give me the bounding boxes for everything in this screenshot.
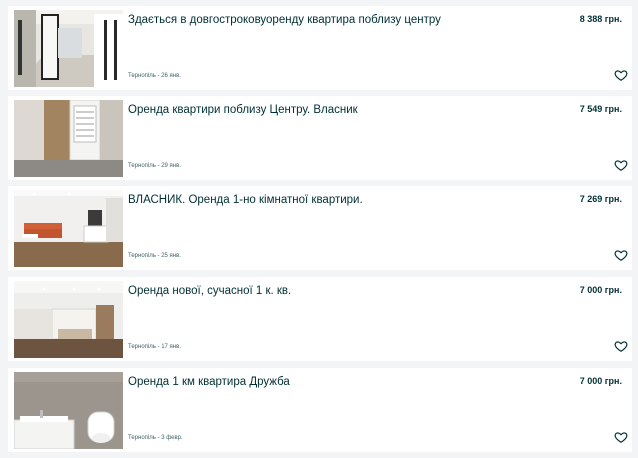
listing-title[interactable]: Оренда 1 км квартира Дружба	[128, 375, 558, 389]
listing-photo[interactable]	[14, 372, 123, 449]
heart-outline-icon[interactable]	[614, 430, 628, 444]
listing-price: 7 549 грн.	[579, 104, 622, 114]
listing-card[interactable]: Оренда квартири поблизу Центру. Власник …	[8, 96, 632, 180]
listing-title[interactable]: Оренда квартири поблизу Центру. Власник	[128, 103, 558, 117]
apartment-living-room-photo	[14, 190, 123, 267]
listing-price: 7 000 грн.	[579, 376, 622, 386]
apartment-kitchen-photo	[14, 281, 123, 358]
listing-title[interactable]: Здається в довгостроковуоренду квартира …	[128, 13, 558, 27]
heart-outline-icon[interactable]	[614, 248, 628, 262]
apartment-bathroom-photo	[14, 372, 123, 449]
listing-list: Здається в довгостроковуоренду квартира …	[0, 0, 638, 458]
listing-location-date: Тернопіль - 3 февр.	[128, 435, 183, 441]
apartment-bathroom-photo	[14, 100, 123, 177]
listing-photo[interactable]	[14, 190, 123, 267]
listing-price: 7 269 грн.	[579, 194, 622, 204]
listing-location-date: Тернопіль - 17 янв.	[128, 344, 181, 350]
listing-location-date: Тернопіль - 25 янв.	[128, 253, 181, 259]
listing-photo[interactable]	[14, 281, 123, 358]
listing-card[interactable]: Оренда нової, сучасної 1 к. кв. 7 000 гр…	[8, 277, 632, 361]
heart-outline-icon[interactable]	[614, 339, 628, 353]
listing-location-date: Тернопіль - 29 янв.	[128, 163, 181, 169]
apartment-hallway-photo	[14, 10, 123, 87]
listing-photo[interactable]	[14, 10, 123, 87]
listing-card[interactable]: ВЛАСНИК. Оренда 1-но кімнатної квартири.…	[8, 186, 632, 270]
heart-outline-icon[interactable]	[614, 158, 628, 172]
listing-title[interactable]: ВЛАСНИК. Оренда 1-но кімнатної квартири.	[128, 193, 558, 207]
listing-location-date: Тернопіль - 26 янв.	[128, 73, 181, 79]
listing-price: 7 000 грн.	[579, 285, 622, 295]
listing-price: 8 388 грн.	[579, 14, 622, 24]
listing-photo[interactable]	[14, 100, 123, 177]
listing-card[interactable]: Оренда 1 км квартира Дружба 7 000 грн. Т…	[8, 368, 632, 452]
listing-title[interactable]: Оренда нової, сучасної 1 к. кв.	[128, 284, 558, 298]
heart-outline-icon[interactable]	[614, 68, 628, 82]
listing-card[interactable]: Здається в довгостроковуоренду квартира …	[8, 6, 632, 90]
